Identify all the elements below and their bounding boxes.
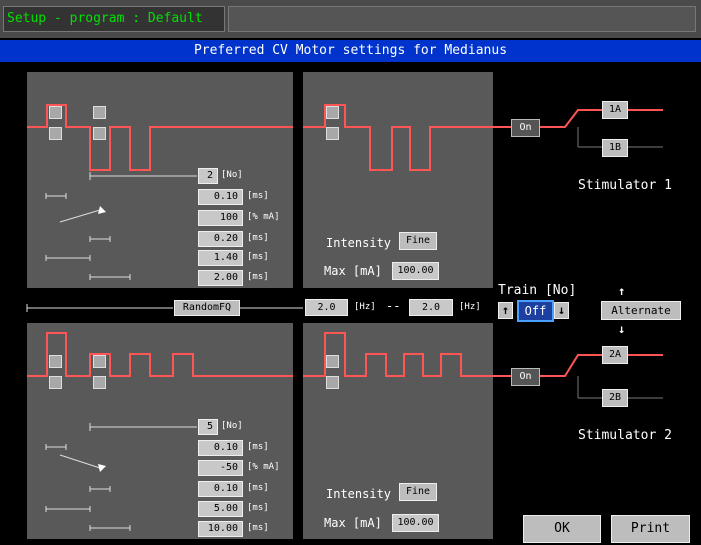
unit-label: [Hz] [354, 302, 376, 312]
pulse-handle[interactable] [49, 376, 62, 389]
output-1b-button[interactable]: 1B [602, 139, 628, 157]
output-2b-button[interactable]: 2B [602, 389, 628, 407]
intensity-fine-button[interactable]: Fine [399, 483, 437, 501]
lower-interval[interactable]: 0.10 [198, 481, 243, 497]
upper-interval[interactable]: 0.20 [198, 231, 243, 247]
pulse-handle[interactable] [93, 106, 106, 119]
unit-label: [ms] [247, 503, 269, 513]
max-ma-input[interactable]: 100.00 [392, 262, 439, 280]
pulse-handle[interactable] [49, 106, 62, 119]
pulse-handle[interactable] [326, 376, 339, 389]
unit-label: [No] [221, 421, 243, 431]
intensity-label: Intensity [326, 487, 392, 501]
lower-pulse-count[interactable]: 5 [198, 419, 218, 435]
unit-label: [ms] [247, 483, 269, 493]
intensity-fine-button[interactable]: Fine [399, 232, 437, 250]
ok-button[interactable]: OK [523, 515, 601, 543]
pulse-handle[interactable] [93, 355, 106, 368]
unit-label: [ms] [247, 523, 269, 533]
upper-delay[interactable]: 1.40 [198, 250, 243, 266]
lower-pulse-train [27, 332, 293, 377]
intensity-label: Intensity [326, 236, 392, 250]
pulse-handle[interactable] [326, 127, 339, 140]
unit-label: [ms] [247, 252, 269, 262]
unit-label: [Hz] [459, 302, 481, 312]
unit-label: [ms] [247, 233, 269, 243]
train-up-arrow-icon[interactable]: ↑ [498, 302, 513, 319]
train-label: Train [No] [498, 283, 577, 298]
unit-label: [No] [221, 170, 243, 180]
alternate-up-arrow-icon: ↑ [618, 284, 626, 298]
lower-pulse-width[interactable]: 0.10 [198, 440, 243, 456]
train-count-input[interactable]: Off [517, 300, 554, 322]
upper-pulse-width[interactable]: 0.10 [198, 189, 243, 205]
unit-label: [% mA] [247, 462, 280, 472]
unit-label: [ms] [247, 191, 269, 201]
stimulator-1-label: Stimulator 1 [578, 178, 672, 193]
hz-to-input[interactable]: 2.0 [409, 299, 453, 316]
pulse-handle[interactable] [326, 355, 339, 368]
pulse-handle[interactable] [93, 376, 106, 389]
unit-label: [ms] [247, 272, 269, 282]
output-2a-button[interactable]: 2A [602, 346, 628, 364]
upper-pulse-train [27, 104, 293, 171]
stimulator-2-label: Stimulator 2 [578, 428, 672, 443]
pulse-handle[interactable] [326, 106, 339, 119]
randomfq-button[interactable]: RandomFQ [174, 300, 240, 316]
output-1a-button[interactable]: 1A [602, 101, 628, 119]
lower-delay[interactable]: 5.00 [198, 501, 243, 517]
hz-from-input[interactable]: 2.0 [305, 299, 348, 316]
unit-label: [ms] [247, 442, 269, 452]
alternate-down-arrow-icon: ↓ [618, 322, 626, 336]
pulse-handle[interactable] [49, 355, 62, 368]
train-down-arrow-icon[interactable]: ↓ [554, 302, 569, 319]
upper-period[interactable]: 2.00 [198, 270, 243, 286]
range-dash: -- [386, 299, 401, 313]
unit-label: [% mA] [247, 212, 280, 222]
print-button[interactable]: Print [611, 515, 690, 543]
upper-pulse-count[interactable]: 2 [198, 168, 218, 184]
max-label: Max [mA] [324, 516, 382, 530]
lower-amplitude[interactable]: -50 [198, 460, 243, 476]
upper-on-toggle[interactable]: On [511, 119, 540, 137]
max-label: Max [mA] [324, 264, 382, 278]
pulse-handle[interactable] [93, 127, 106, 140]
lower-period[interactable]: 10.00 [198, 521, 243, 537]
alternate-button[interactable]: Alternate [601, 301, 681, 320]
max-ma-input[interactable]: 100.00 [392, 514, 439, 532]
upper-amplitude[interactable]: 100 [198, 210, 243, 226]
lower-on-toggle[interactable]: On [511, 368, 540, 386]
pulse-handle[interactable] [49, 127, 62, 140]
